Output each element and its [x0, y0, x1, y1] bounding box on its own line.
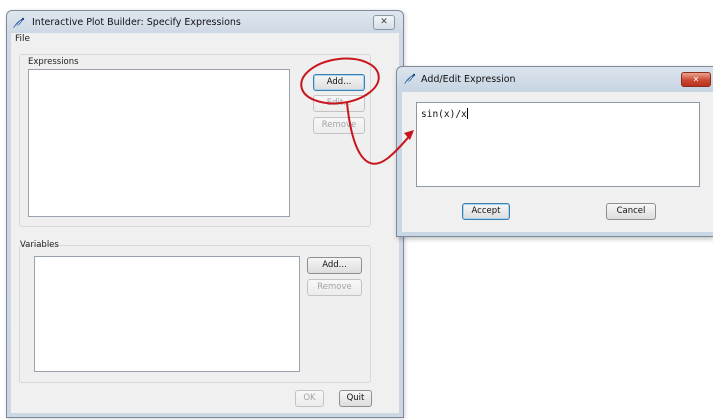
python-feather-icon: [13, 17, 25, 28]
plot-builder-window: Interactive Plot Builder: Specify Expres…: [6, 10, 404, 418]
menubar: File: [11, 33, 399, 47]
main-window-title: Interactive Plot Builder: Specify Expres…: [32, 17, 241, 28]
expression-input[interactable]: sin(x)/x: [416, 102, 700, 187]
add-expression-button[interactable]: Add...: [313, 74, 365, 91]
ok-button[interactable]: OK: [295, 390, 324, 407]
expressions-group: Expressions Add... Edit... Remove: [19, 54, 371, 227]
dialog-close-button[interactable]: ✕: [681, 72, 711, 87]
close-icon: ✕: [380, 17, 388, 27]
dialog-title: Add/Edit Expression: [421, 74, 516, 85]
cancel-button[interactable]: Cancel: [606, 203, 656, 220]
variables-group: Variables Add... Remove: [19, 240, 371, 383]
expressions-list[interactable]: [28, 69, 290, 217]
main-client-area: Expressions Add... Edit... Remove Variab…: [11, 47, 399, 413]
main-close-button[interactable]: ✕: [373, 15, 395, 30]
remove-expression-button[interactable]: Remove: [313, 117, 365, 134]
add-variable-button[interactable]: Add...: [307, 257, 362, 274]
main-titlebar[interactable]: Interactive Plot Builder: Specify Expres…: [7, 11, 403, 35]
accept-button[interactable]: Accept: [462, 203, 510, 220]
python-feather-icon: [404, 73, 416, 84]
quit-button[interactable]: Quit: [339, 390, 372, 407]
expressions-label: Expressions: [28, 57, 79, 67]
expression-text: sin(x)/x: [421, 109, 467, 120]
remove-variable-button[interactable]: Remove: [307, 279, 362, 296]
menu-file[interactable]: File: [15, 34, 30, 44]
text-caret: [466, 108, 468, 119]
dialog-titlebar[interactable]: Add/Edit Expression ✕: [397, 67, 713, 91]
dialog-client-area: sin(x)/x Accept Cancel: [402, 92, 713, 232]
variables-label: Variables: [20, 240, 59, 250]
close-icon: ✕: [692, 75, 700, 84]
edit-expression-button[interactable]: Edit...: [313, 95, 365, 112]
add-edit-expression-dialog: Add/Edit Expression ✕ sin(x)/x Accept Ca…: [396, 66, 713, 237]
variables-list[interactable]: [34, 256, 300, 372]
